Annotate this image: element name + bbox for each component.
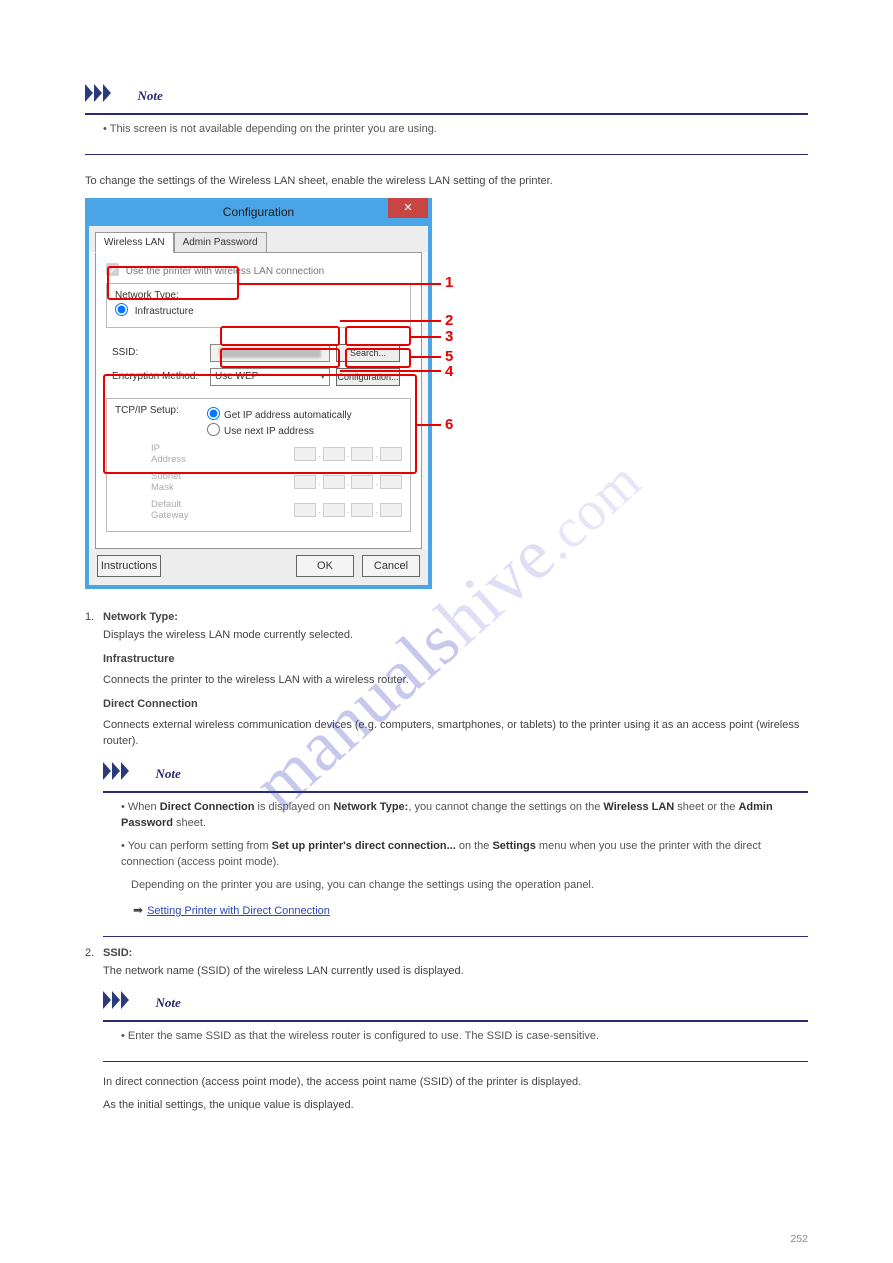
search-button[interactable]: Search... [336,344,400,362]
definition-2: 2.SSID: The network name (SSID) of the w… [85,947,808,980]
rule [85,154,808,155]
encryption-method-label: Encryption Method: [112,371,204,382]
arrow-right-icon: ➡ [133,903,143,917]
chevron-down-icon: ▾ [320,371,325,382]
ip-address-label: IP Address [115,443,195,465]
dialog-title: Configuration [223,205,294,219]
callout-number-5: 5 [445,348,453,365]
dialog-titlebar: Configuration ✕ [89,198,428,226]
ok-button[interactable]: OK [296,555,354,577]
chevrons-icon [103,991,149,1014]
use-printer-checkbox-row: Use the printer with wireless LAN connec… [106,261,411,283]
direct-connection-link[interactable]: Setting Printer with Direct Connection [147,905,330,917]
callout-number-1: 1 [445,274,453,291]
note-block-3: Note • Enter the same SSID as that the w… [103,991,808,1062]
chevrons-icon [103,762,149,785]
page-number: 252 [790,1233,808,1245]
note-text: • When Direct Connection is displayed on… [103,793,808,930]
cancel-button[interactable]: Cancel [362,555,420,577]
note-label: Note [137,88,162,103]
encryption-method-select[interactable]: Use WEP▾ [210,368,330,386]
infrastructure-radio[interactable] [115,303,128,316]
radio-label: Infrastructure [135,306,194,317]
callout-number-6: 6 [445,416,453,433]
dialog-figure: Configuration ✕ Wireless LAN Admin Passw… [85,198,432,589]
subnet-mask-input[interactable]: ... [294,475,402,489]
note-text: • Enter the same SSID as that the wirele… [103,1022,808,1055]
note-block-2: Note • When Direct Connection is display… [103,762,808,937]
configuration-button[interactable]: Configuration... [336,368,400,386]
note-label: Note [155,766,180,781]
definition-1: 1.Network Type: Displays the wireless LA… [85,611,808,750]
default-gateway-input[interactable]: ... [294,503,402,517]
radio-label: Get IP address automatically [224,410,352,421]
tcpip-label: TCP/IP Setup: [115,405,193,437]
tab-row: Wireless LAN Admin Password [89,226,428,252]
instructions-button[interactable]: Instructions [97,555,161,577]
tab-pane: Use the printer with wireless LAN connec… [95,252,422,549]
tail-paragraph-2: As the initial settings, the unique valu… [85,1097,808,1114]
tcpip-group: TCP/IP Setup: Get IP address automatical… [106,398,411,532]
paragraph: To change the settings of the Wireless L… [85,173,808,190]
tab-wireless-lan[interactable]: Wireless LAN [95,232,174,253]
callout-number-3: 3 [445,328,453,345]
tail-paragraph-1: In direct connection (access point mode)… [85,1074,808,1091]
default-gateway-label: Default Gateway [115,499,195,521]
chevrons-icon [85,84,131,107]
ip-address-input[interactable]: ... [294,447,402,461]
callout-number-2: 2 [445,312,453,329]
definition-list: 1.Network Type: Displays the wireless LA… [85,611,808,750]
checkbox-label: Use the printer with wireless LAN connec… [126,266,324,277]
rule [103,936,808,937]
network-type-group: Network Type: Infrastructure [106,283,411,328]
ssid-input[interactable] [210,344,330,362]
note-block-1: Note • This screen is not available depe… [85,84,808,155]
note-text: • This screen is not available depending… [85,115,808,148]
dialog-button-row: Instructions OK Cancel [89,549,428,585]
use-next-ip-radio[interactable] [207,423,220,436]
subnet-mask-label: Subnet Mask [115,471,195,493]
use-printer-checkbox[interactable] [106,263,119,276]
ssid-label: SSID: [112,347,204,358]
rule [103,1061,808,1062]
close-icon[interactable]: ✕ [388,198,428,218]
note-label: Note [155,995,180,1010]
network-type-label: Network Type: [115,290,402,301]
radio-label: Use next IP address [224,426,314,437]
configuration-dialog: Configuration ✕ Wireless LAN Admin Passw… [85,198,432,589]
tab-admin-password[interactable]: Admin Password [174,232,267,253]
get-ip-auto-radio[interactable] [207,407,220,420]
callout-number-4: 4 [445,363,453,380]
